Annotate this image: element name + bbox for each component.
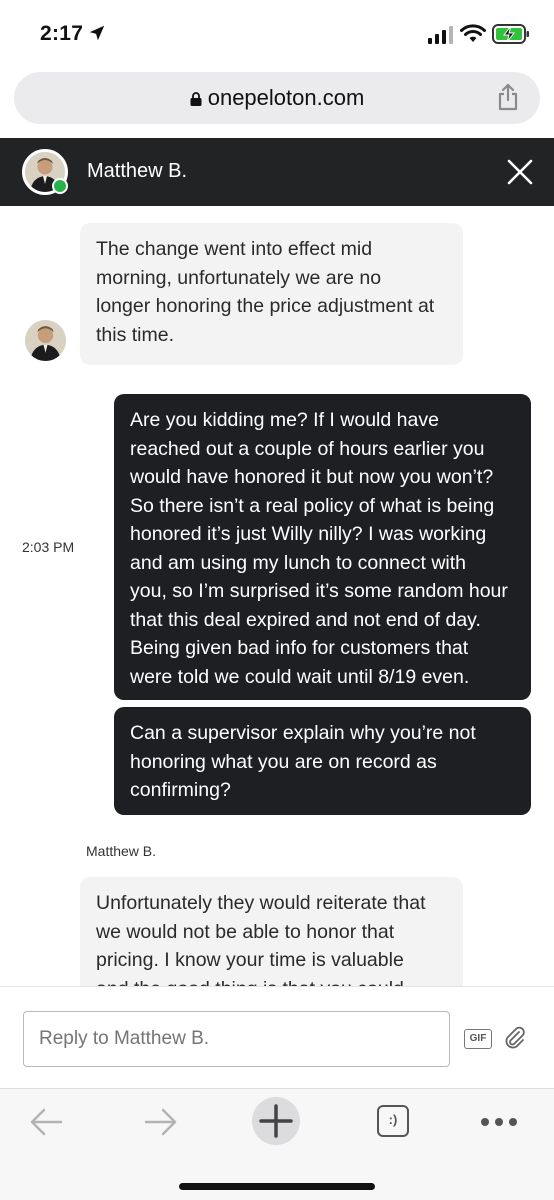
message-line: Are you kidding me? If I would have: [130, 409, 439, 431]
agent-message-avatar: [25, 320, 66, 361]
message-line: honoring what you are on record as: [130, 750, 437, 773]
message-list[interactable]: The change went into effect mid morning,…: [0, 206, 554, 986]
share-icon[interactable]: [496, 83, 520, 111]
new-tab-button[interactable]: [252, 1097, 300, 1145]
gif-button[interactable]: GIF: [464, 1029, 492, 1049]
back-arrow-icon[interactable]: [28, 1105, 64, 1139]
message-line: were told we could wait until 8/19 even.: [130, 665, 470, 688]
forward-arrow-icon[interactable]: [143, 1105, 179, 1139]
wifi-icon: [460, 24, 486, 42]
message-line: The change went into effect mid: [96, 238, 373, 260]
location-arrow-icon: [89, 25, 105, 41]
address-bar[interactable]: onepeloton.com: [14, 72, 540, 124]
tabs-icon[interactable]: :): [377, 1105, 409, 1137]
message-line: longer honoring the price adjustment at: [96, 295, 435, 317]
message-line: and am using my lunch to connect with: [130, 551, 467, 574]
reply-input[interactable]: [23, 1011, 450, 1067]
message-line: morning, unfortunately we are no: [96, 266, 382, 289]
more-dots-icon[interactable]: [480, 1117, 518, 1127]
agent-message: Unfortunately they would reiterate that …: [80, 877, 463, 986]
sender-label: Matthew B.: [86, 843, 157, 859]
paperclip-icon[interactable]: [502, 1025, 528, 1051]
new-tab-plus-icon: [259, 1104, 293, 1138]
message-line: we would not be able to honor that: [96, 920, 395, 943]
close-icon[interactable]: [506, 158, 534, 186]
message-line: would have honored it but now you won’t?: [130, 466, 494, 488]
ios-status-bar: 2:17: [0, 0, 554, 68]
message-timestamp: 2:03 PM: [22, 539, 75, 555]
message-line: So there isn’t a real policy of what is …: [130, 494, 495, 517]
message-line: pricing. I know your time is valuable: [96, 949, 404, 971]
message-line: confirming?: [130, 779, 231, 801]
status-time: 2:17: [40, 22, 84, 45]
message-line: and the good thing is that you could: [96, 975, 447, 987]
chat-header: Matthew B.: [0, 138, 554, 206]
online-status-indicator: [52, 178, 68, 194]
message-line: Being given bad info for customers that: [130, 637, 469, 659]
agent-message: The change went into effect mid morning,…: [80, 223, 463, 365]
message-line: this time.: [96, 323, 175, 346]
message-line: you, so I’m surprised it’s some random h…: [130, 580, 508, 602]
url-display[interactable]: onepeloton.com: [14, 85, 540, 111]
url-text: onepeloton.com: [207, 85, 365, 110]
agent-name: Matthew B.: [87, 160, 188, 182]
reply-composer: GIF: [0, 986, 554, 1088]
battery-charging-icon: [492, 24, 529, 44]
lock-icon: [190, 92, 202, 106]
cellular-signal-icon: [428, 26, 453, 44]
home-indicator: [179, 1183, 375, 1190]
agent-photo-icon: [25, 320, 66, 361]
message-line: honored it’s just Willy nilly? I was wor…: [130, 523, 487, 545]
message-line: that this deal expired and not end of da…: [130, 608, 481, 631]
user-message: Can a supervisor explain why you’re not …: [114, 707, 531, 815]
user-message: Are you kidding me? If I would have reac…: [114, 394, 531, 700]
browser-toolbar: :): [0, 1088, 554, 1200]
message-line: Unfortunately they would reiterate that: [96, 892, 426, 914]
message-line: Can a supervisor explain why you’re not: [130, 722, 476, 744]
message-line: reached out a couple of hours earlier yo…: [130, 437, 485, 460]
